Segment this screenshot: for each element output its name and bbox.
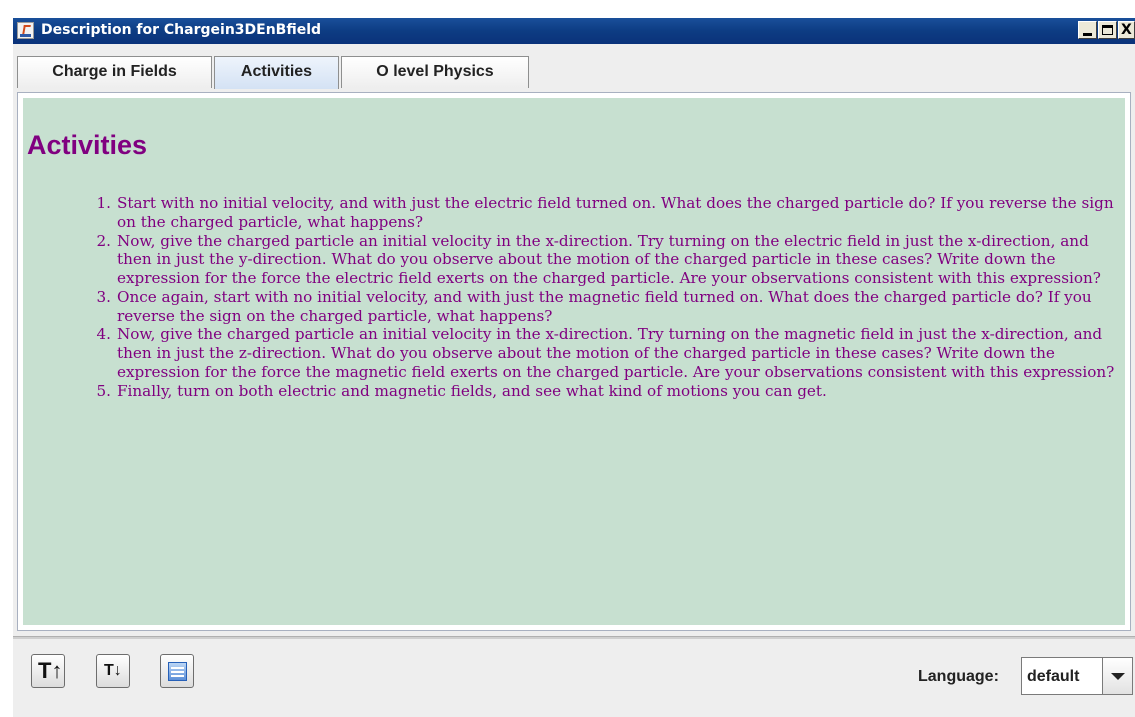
window-titlebar[interactable]: Description for Chargein3DEnBfield X: [13, 18, 1135, 44]
list-item: 4. Now, give the charged particle an init…: [81, 325, 1121, 381]
font-decrease-icon: T↓: [104, 662, 122, 679]
maximize-icon: [1102, 25, 1113, 35]
tab-charge-in-fields[interactable]: Charge in Fields: [17, 56, 212, 88]
description-content: Activities 1. Start with no initial veloc…: [23, 98, 1125, 625]
language-value: default: [1027, 668, 1080, 685]
description-panel[interactable]: Activities 1. Start with no initial veloc…: [17, 92, 1131, 631]
java-app-icon: [17, 22, 34, 39]
item-number: 4.: [96, 325, 112, 344]
language-select[interactable]: default: [1021, 657, 1133, 695]
divider: [13, 636, 1135, 639]
list-item: 3. Once again, start with no initial velo…: [81, 288, 1121, 326]
chevron-down-icon[interactable]: [1102, 658, 1132, 694]
minimize-button[interactable]: [1078, 21, 1097, 39]
item-number: 1.: [96, 194, 112, 212]
language-label: Language:: [918, 668, 999, 685]
minimize-icon: [1083, 33, 1092, 36]
item-text: Now, give the charged particle an initia…: [117, 325, 1115, 381]
item-text: Start with no initial velocity, and with…: [117, 194, 1114, 231]
item-number: 3.: [96, 287, 112, 306]
decrease-font-button[interactable]: T↓: [96, 654, 130, 688]
tab-activities[interactable]: Activities: [214, 56, 339, 89]
increase-font-button[interactable]: T↑: [31, 654, 65, 688]
item-text: Once again, start with no initial veloci…: [117, 287, 1092, 325]
toggle-panel-button[interactable]: [160, 654, 194, 688]
close-icon: X: [1121, 22, 1132, 38]
list-item: 1. Start with no initial velocity, and wi…: [81, 194, 1121, 232]
item-number: 5.: [96, 381, 112, 400]
page-title: Activities: [27, 130, 148, 160]
item-text: Finally, turn on both electric and magne…: [117, 381, 827, 400]
window-title: Description for Chargein3DEnBfield: [41, 22, 322, 38]
close-button[interactable]: X: [1118, 21, 1135, 39]
list-item: 2. Now, give the charged particle an init…: [81, 232, 1121, 288]
list-item: 5. Finally, turn on both electric and mag…: [81, 382, 1121, 401]
font-increase-icon: T↑: [38, 658, 63, 683]
item-number: 2.: [96, 231, 112, 250]
item-text: Now, give the charged particle an initia…: [117, 231, 1101, 288]
activities-list: 1. Start with no initial velocity, and wi…: [81, 194, 1121, 400]
maximize-button[interactable]: [1098, 21, 1117, 39]
tab-strip: Charge in Fields Activities O level Phys…: [13, 56, 1135, 89]
panel-icon: [168, 662, 187, 681]
tab-o-level-physics[interactable]: O level Physics: [341, 56, 529, 88]
